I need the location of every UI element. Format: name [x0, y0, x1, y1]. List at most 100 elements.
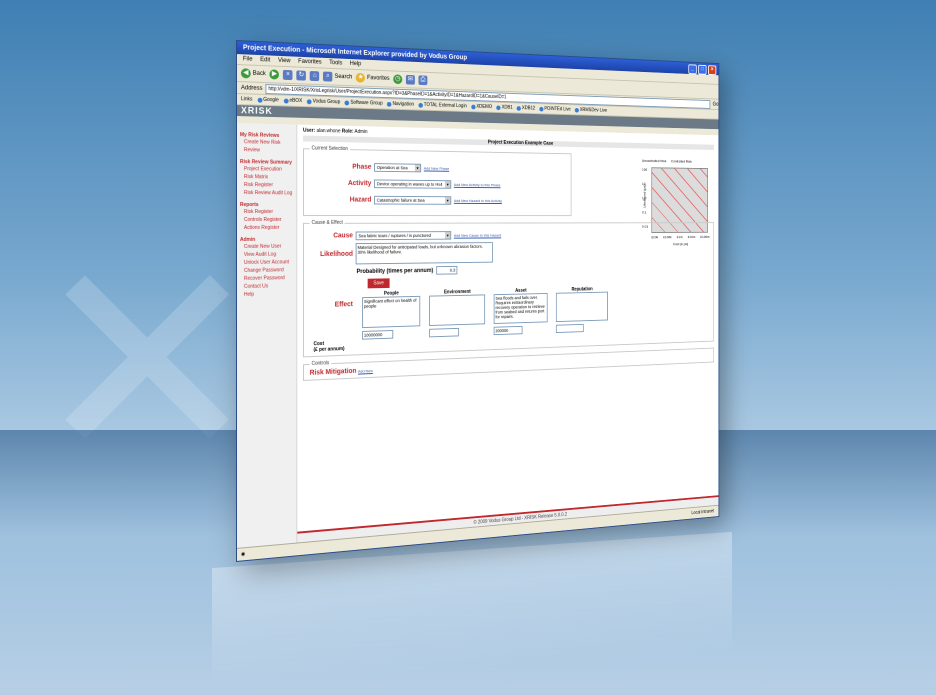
link-icon: [574, 107, 579, 113]
sidebar-item-create-review[interactable]: Create New Risk Review: [240, 138, 294, 155]
asset-cost-input[interactable]: 200000: [493, 325, 523, 336]
probability-input[interactable]: 0.3: [435, 265, 458, 275]
hazard-select[interactable]: Catastrophic failure at Sea: [374, 195, 452, 205]
favorites-button[interactable]: ★ Favorites: [355, 72, 390, 84]
sidebar: My Risk Reviews Create New Risk Review R…: [236, 123, 298, 549]
link-label: XDB1: [501, 104, 513, 111]
print-icon[interactable]: ⎙: [418, 75, 428, 86]
save-button[interactable]: Save: [367, 278, 390, 289]
link-label: eBOX: [289, 97, 303, 105]
window-controls: _ □ ×: [688, 64, 717, 76]
phase-label: Phase: [352, 163, 372, 171]
link-icon: [418, 102, 423, 108]
ie-page-icon: ◉: [240, 551, 246, 558]
environment-cost-input[interactable]: [429, 327, 460, 338]
effect-label: Effect: [334, 301, 353, 309]
link-google[interactable]: Google: [257, 96, 279, 104]
sidebar-item-help[interactable]: Help: [240, 290, 294, 299]
sidebar-item-actions-register[interactable]: Actions Register: [240, 224, 294, 232]
link-icon: [471, 104, 476, 109]
link-label: Vodus Group: [312, 98, 341, 106]
people-cost-input[interactable]: 10000000: [362, 329, 394, 340]
sidebar-item-report-risk-register[interactable]: Risk Register: [240, 208, 294, 216]
link-label: XDEMO: [476, 103, 493, 110]
user-name: alan.whone: [316, 127, 341, 135]
refresh-icon[interactable]: ↻: [296, 70, 307, 81]
link-navigation[interactable]: Navigation: [387, 101, 414, 108]
people-textarea[interactable]: Significant effect on health of people: [362, 295, 421, 329]
menu-view[interactable]: View: [278, 56, 290, 66]
environment-textarea[interactable]: [429, 294, 486, 326]
activity-select[interactable]: Device operating in waves up to Hs4: [374, 179, 452, 189]
likelihood-textarea[interactable]: Material Designed for anticipated loads,…: [355, 242, 493, 265]
menu-help[interactable]: Help: [350, 59, 361, 69]
home-icon[interactable]: ⌂: [310, 70, 320, 82]
sidebar-item-audit-log[interactable]: Risk Review Audit Log: [240, 189, 294, 197]
likelihood-label: Likelihood: [320, 250, 353, 258]
cause-row: Cause Sea fabric tears / ruptures / is p…: [319, 230, 709, 241]
browser-window: Project Execution - Microsoft Internet E…: [236, 40, 720, 562]
asset-textarea[interactable]: Sea floods and fails over. Requires extr…: [493, 293, 548, 324]
link-vodus[interactable]: Vodus Group: [306, 98, 341, 106]
link-xdb12[interactable]: XDB12: [516, 105, 536, 112]
menu-favorites[interactable]: Favorites: [298, 57, 321, 68]
link-xdb1[interactable]: XDB1: [496, 104, 513, 111]
link-label: XDB12: [521, 105, 536, 112]
link-label: Google: [263, 96, 279, 104]
search-label: Search: [334, 73, 353, 81]
add-hazard-link[interactable]: Add New Hazard to this Activity: [454, 198, 502, 203]
favorites-star-icon: ★: [355, 72, 366, 83]
forward-arrow-icon[interactable]: ▶: [269, 69, 280, 80]
search-icon: ⌕: [323, 71, 333, 82]
link-icon: [283, 98, 289, 104]
link-label: TOTAL External Login: [423, 102, 467, 110]
menu-file[interactable]: File: [243, 54, 253, 64]
menu-tools[interactable]: Tools: [329, 58, 342, 68]
search-button[interactable]: ⌕ Search: [323, 71, 353, 83]
legend-controlled: Controlled Risk: [671, 158, 692, 164]
sidebar-item-controls-register[interactable]: Controls Register: [240, 216, 294, 224]
add-cause-link[interactable]: Add New Cause to this Hazard: [454, 233, 501, 238]
link-icon: [496, 104, 501, 110]
y-tick-3: 0.1: [641, 209, 647, 215]
stage: Project Execution - Microsoft Internet E…: [0, 0, 936, 695]
role-name: Admin: [354, 128, 368, 136]
hazard-label: Hazard: [349, 196, 372, 204]
link-software[interactable]: Software Group: [344, 100, 383, 107]
add-mitigation-link[interactable]: Add New: [358, 368, 373, 373]
history-icon[interactable]: ◷: [393, 74, 403, 85]
legend-uncontrolled: Uncontrolled Risk: [641, 158, 667, 164]
controls-legend: Controls: [311, 360, 330, 367]
activity-label: Activity: [347, 180, 372, 188]
effect-column-reputation: Reputation: [555, 286, 608, 334]
main-content: User: alan.whone Role: Admin Project Exe…: [297, 125, 719, 544]
link-xdemo[interactable]: XDEMO: [471, 104, 492, 110]
current-selection-legend: Current Selection: [311, 145, 348, 153]
link-icon: [387, 101, 392, 107]
chart-legend: Uncontrolled Risk Controlled Risk: [642, 158, 711, 164]
cause-label: Cause: [333, 232, 353, 240]
cause-effect-legend: Cause & Effect: [311, 219, 343, 226]
menu-edit[interactable]: Edit: [260, 55, 270, 65]
minimize-icon[interactable]: _: [688, 64, 697, 75]
phase-select[interactable]: Operation at Sea: [374, 163, 422, 173]
link-total[interactable]: TOTAL External Login: [418, 102, 467, 110]
close-icon[interactable]: ×: [708, 65, 717, 76]
probability-label: Probability (times per annum): [356, 267, 434, 275]
stop-icon[interactable]: ×: [283, 69, 293, 81]
link-icon: [306, 98, 312, 104]
maximize-icon[interactable]: □: [698, 64, 707, 75]
link-label: POINTEd Live: [544, 106, 571, 113]
cause-select[interactable]: Sea fabric tears / ruptures / is punctur…: [355, 231, 452, 241]
back-button[interactable]: ◀ Back: [240, 68, 266, 79]
go-button[interactable]: Go: [713, 102, 719, 107]
link-ebox[interactable]: eBOX: [283, 97, 303, 105]
reputation-textarea[interactable]: [555, 291, 608, 323]
link-xrmsdev[interactable]: XRMSDev Live: [574, 107, 607, 114]
link-pointed[interactable]: POINTEd Live: [539, 106, 571, 113]
mail-icon[interactable]: ✉: [405, 74, 415, 85]
y-axis-label: Likelihood (pa): [642, 184, 647, 208]
reputation-cost-input[interactable]: [555, 323, 584, 334]
add-phase-link[interactable]: Add New Phase: [424, 166, 449, 171]
add-activity-link[interactable]: Add New Activity to this Phase: [454, 182, 501, 187]
